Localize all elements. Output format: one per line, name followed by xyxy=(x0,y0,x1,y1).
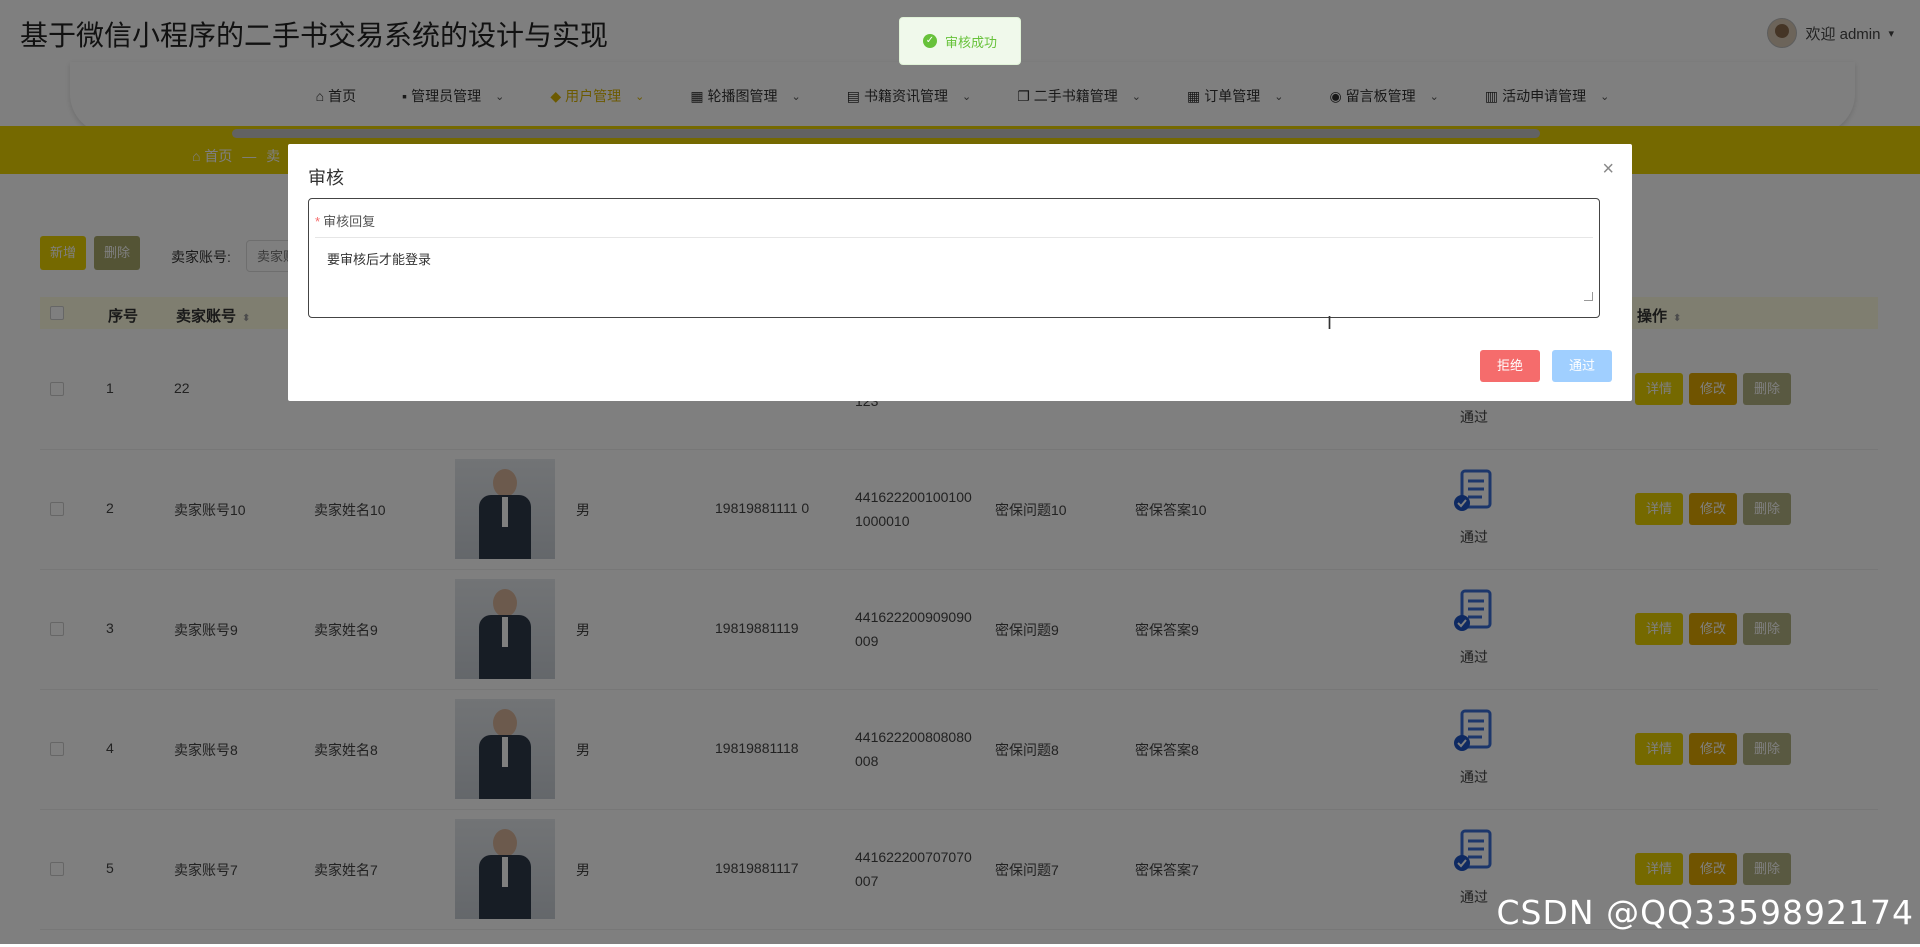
modal-overlay[interactable] xyxy=(0,0,1920,944)
close-icon[interactable]: × xyxy=(1602,158,1614,181)
resize-handle[interactable] xyxy=(1584,292,1593,301)
divider xyxy=(315,237,1593,238)
success-toast: ✓ 审核成功 xyxy=(899,17,1021,65)
text-cursor-icon: I xyxy=(1327,313,1333,333)
watermark: CSDN @QQ3359892174 xyxy=(1496,893,1914,932)
review-reply-label-text: 审核回复 xyxy=(323,214,376,229)
dialog-title: 审核 xyxy=(308,168,344,188)
review-form: * 审核回复 要审核后才能登录 I xyxy=(308,198,1600,333)
required-mark: * xyxy=(315,214,321,229)
toast-message: 审核成功 xyxy=(944,34,997,50)
review-reply-textarea[interactable]: 要审核后才能登录 xyxy=(327,249,431,268)
pass-button[interactable]: 通过 xyxy=(1552,350,1612,382)
check-circle-icon: ✓ xyxy=(922,34,937,48)
review-reply-label: * 审核回复 xyxy=(315,211,375,230)
review-dialog: 审核 × * 审核回复 要审核后才能登录 I 拒绝 通过 xyxy=(288,144,1632,401)
reject-button[interactable]: 拒绝 xyxy=(1480,350,1540,382)
